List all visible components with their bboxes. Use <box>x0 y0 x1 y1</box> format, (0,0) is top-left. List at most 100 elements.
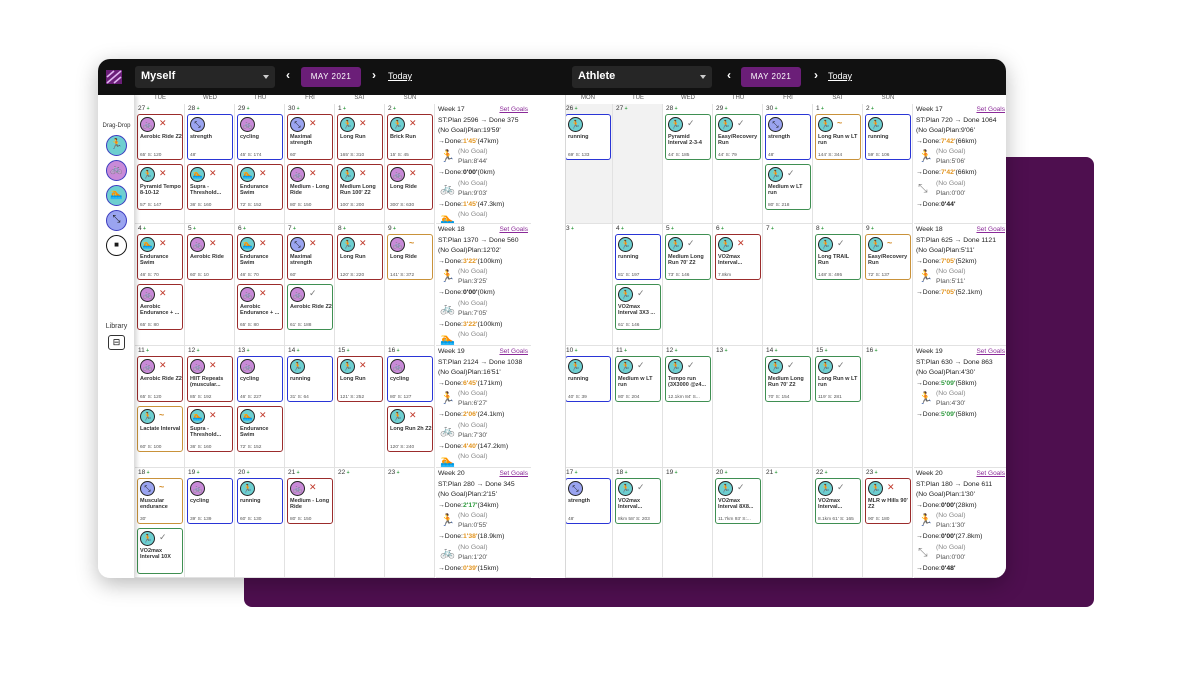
workout-card[interactable]: 🚲 ✕ Medium - Long Ride 80' S: 150 <box>287 478 333 524</box>
day-cell[interactable]: 23 + 🏃 ✕ MLR w Hills 90' Z2 90' S: 180 <box>863 468 913 578</box>
day-cell[interactable]: 8 + 🏃 ✕ Long Run 120' S: 220 <box>335 224 385 346</box>
add-icon[interactable]: + <box>570 226 574 232</box>
add-icon[interactable]: + <box>673 106 678 112</box>
workout-card[interactable]: 🏃 ✓ Medium w LT run 80' S: 204 <box>615 356 661 402</box>
add-icon[interactable]: + <box>623 348 627 354</box>
day-cell[interactable]: 17 + ⤡ strength 48' <box>566 468 613 578</box>
workout-card[interactable]: 🏃 ~ Long Run w LT run 144' S: 344 <box>815 114 861 160</box>
workout-card[interactable]: 🏊 ✕ Supra - Threshold... 36' S: 160 <box>187 406 233 452</box>
workout-card[interactable]: 🏃 ✓ Easy/Recovery Run 44' S: 79 <box>715 114 761 160</box>
add-icon[interactable]: + <box>873 470 878 476</box>
day-cell[interactable]: 10 + 🏃 running 40' S: 39 <box>566 346 613 468</box>
today-link[interactable]: Today <box>388 71 412 81</box>
day-cell[interactable]: 4 + 🏊 ✕ Endurance Swim 46' S: 70 🚲 ✕ Aerobic En… <box>135 224 185 346</box>
add-icon[interactable]: + <box>573 106 578 112</box>
add-icon[interactable]: + <box>245 470 250 476</box>
add-icon[interactable]: + <box>723 470 728 476</box>
today-link[interactable]: Today <box>828 71 852 81</box>
add-icon[interactable]: + <box>395 470 400 476</box>
add-icon[interactable]: + <box>673 348 678 354</box>
add-icon[interactable]: + <box>723 106 728 112</box>
workout-card[interactable]: ⤡ strength 48' <box>187 114 233 160</box>
add-icon[interactable]: + <box>573 470 578 476</box>
day-cell[interactable]: 29 + 🏃 ✓ Easy/Recovery Run 44' S: 79 <box>713 104 763 224</box>
workout-card[interactable]: 🏃 running 69' S: 133 <box>566 114 611 160</box>
day-cell[interactable]: 5 + 🏃 ✓ Medium Long Run 70' Z2 73' S: 146 <box>663 224 713 346</box>
day-cell[interactable]: 15 + 🏃 ✓ Long Run w LT run 119' S: 281 <box>813 346 863 468</box>
workout-card[interactable]: 🏃 ✕ Long Run 121' S: 252 <box>337 356 383 402</box>
day-cell[interactable]: 15 + 🏃 ✕ Long Run 121' S: 252 <box>335 346 385 468</box>
day-cell[interactable]: 6 + 🏃 ✕ VO2max Interval... 7.8km <box>713 224 763 346</box>
set-goals-link[interactable]: Set Goals <box>976 469 1005 480</box>
workout-card[interactable]: 🏃 ✕ Pyramid Tempo 8-10-12 57' S: 147 <box>137 164 183 210</box>
workout-card[interactable]: 🏃 ✕ VO2max Interval... 7.8km <box>715 234 761 280</box>
day-cell[interactable]: 8 + 🏃 ✓ Long TRAIL Run 148' S: 495 <box>813 224 863 346</box>
workout-card[interactable]: 🏃 ✓ Medium Long Run 70' Z2 70' S: 154 <box>765 356 811 402</box>
add-icon[interactable]: + <box>192 226 196 232</box>
day-cell[interactable]: 12 + 🏃 ✓ Tempo run (3X3000 @z4... 12.1km 84'… <box>663 346 713 468</box>
workout-card[interactable]: 🏃 ✓ Pyramid Interval 2-3-4 44' S: 185 <box>665 114 711 160</box>
month-button[interactable]: MAY 2021 <box>301 67 361 87</box>
set-goals-link[interactable]: Set Goals <box>499 225 528 236</box>
workout-card[interactable]: 🚲 cycling 45' S: 174 <box>237 114 283 160</box>
workout-card[interactable]: 🚲 ✕ Aerobic Ride Z2 65' S: 120 <box>137 356 183 402</box>
set-goals-link[interactable]: Set Goals <box>976 225 1005 236</box>
workout-card[interactable]: 🚲 ~ Long Ride 141' S: 372 <box>387 234 433 280</box>
day-cell[interactable]: 21 + 🚲 ✕ Medium - Long Ride 80' S: 150 <box>285 468 335 578</box>
workout-card[interactable]: 🏃 running 40' S: 39 <box>566 356 611 402</box>
day-cell[interactable]: 27 + <box>613 104 663 224</box>
day-cell[interactable]: 5 + 🚲 ✕ Aerobic Ride 60' S: 10 <box>185 224 235 346</box>
library-icon[interactable]: ⊟ <box>108 335 125 350</box>
set-goals-link[interactable]: Set Goals <box>499 347 528 358</box>
workout-card[interactable]: 🏃 running 31' S: 64 <box>287 356 333 402</box>
day-cell[interactable]: 7 + ⤡ ✕ Maximal strength 60' 🚲 ✓ Aerobic Ride Z… <box>285 224 335 346</box>
add-icon[interactable]: + <box>670 226 674 232</box>
day-cell[interactable]: 7 + <box>763 224 813 346</box>
add-icon[interactable]: + <box>773 106 778 112</box>
workout-card[interactable]: 🏃 ✕ Medium Long Run 100' Z2 100' S: 200 <box>337 164 383 210</box>
workout-card[interactable]: 🚲 cycling 46' S: 227 <box>237 356 283 402</box>
workout-card[interactable]: 🏃 ✓ Medium w LT run 80' S: 218 <box>765 164 811 210</box>
workout-card[interactable]: 🏊 ✕ Endurance Swim 46' S: 70 <box>237 234 283 280</box>
day-cell[interactable]: 11 + 🏃 ✓ Medium w LT run 80' S: 204 <box>613 346 663 468</box>
add-icon[interactable]: + <box>870 106 874 112</box>
day-cell[interactable]: 27 + 🚲 ✕ Aerobic Ride Z2 65' S: 120 🏃 ✕ Pyramid… <box>135 104 185 224</box>
add-icon[interactable]: + <box>295 470 300 476</box>
workout-card[interactable]: 🏃 ✓ Tempo run (3X3000 @z4... 12.1km 84' S..… <box>665 356 711 402</box>
day-cell[interactable]: 22 + <box>335 468 385 578</box>
add-icon[interactable]: + <box>245 106 250 112</box>
day-cell[interactable]: 13 + <box>713 346 763 468</box>
day-cell[interactable]: 2 + 🏃 ✕ Brick Run 15' S: 45 🚲 ✕ Long Ride 300' S… <box>385 104 435 224</box>
month-button[interactable]: MAY 2021 <box>741 67 801 87</box>
workout-card[interactable]: 🚲 ✕ Medium - Long Ride 80' S: 150 <box>287 164 333 210</box>
add-icon[interactable]: + <box>342 106 346 112</box>
set-goals-link[interactable]: Set Goals <box>499 105 528 116</box>
add-icon[interactable]: + <box>620 226 624 232</box>
day-cell[interactable]: 16 + 🚲 cycling 80' S: 127 🏃 ✕ Long Run 2h Z2 12… <box>385 346 435 468</box>
add-icon[interactable]: + <box>145 348 149 354</box>
add-icon[interactable]: + <box>623 470 628 476</box>
day-cell[interactable]: 30 + ⤡ ✕ Maximal strength 60' 🚲 ✕ Medium - Long… <box>285 104 335 224</box>
workout-card[interactable]: 🏃 ✓ VO2max Interval 8X8... 11.7km 93' S:... <box>715 478 761 524</box>
day-cell[interactable]: 4 + 🏃 running 81' S: 197 🏃 ✓ VO2max Interval 3… <box>613 224 663 346</box>
workout-card[interactable]: 🚲 ✕ Aerobic Ride Z2 65' S: 120 <box>137 114 183 160</box>
workout-card[interactable]: 🏊 ✕ Endurance Swim 72' S: 152 <box>237 164 283 210</box>
add-icon[interactable]: + <box>345 470 350 476</box>
add-icon[interactable]: + <box>623 106 628 112</box>
add-icon[interactable]: + <box>145 470 150 476</box>
day-cell[interactable]: 12 + 🚲 ✕ HIIT Repeats (muscular... 85' S: 19… <box>185 346 235 468</box>
workout-card[interactable]: 🚲 cycling 39' S: 139 <box>187 478 233 524</box>
add-icon[interactable]: + <box>292 226 296 232</box>
add-icon[interactable]: + <box>573 348 578 354</box>
prev-month-button[interactable]: ‹ <box>723 68 735 82</box>
workout-card[interactable]: 🏃 ~ Easy/Recovery Run 72' S: 137 <box>865 234 911 280</box>
workout-card[interactable]: 🚲 ✓ Aerobic Ride Z2 61' S: 188 <box>287 284 333 330</box>
user-selector-athlete[interactable]: Athlete <box>572 66 712 88</box>
day-cell[interactable]: 30 + ⤡ strength 48' 🏃 ✓ Medium w LT run 80' S: … <box>763 104 813 224</box>
workout-card[interactable]: 🏊 ✕ Endurance Swim 46' S: 70 <box>137 234 183 280</box>
set-goals-link[interactable]: Set Goals <box>976 105 1005 116</box>
workout-card[interactable]: 🏃 ✓ VO2max Interval... 8km 58' S: 203 <box>615 478 661 524</box>
workout-card[interactable]: ⤡ strength 48' <box>566 478 611 524</box>
day-cell[interactable]: 21 + <box>763 468 813 578</box>
workout-card[interactable]: 🏃 ✓ VO2max Interval 3X3 ... 61' S: 146 <box>615 284 661 330</box>
